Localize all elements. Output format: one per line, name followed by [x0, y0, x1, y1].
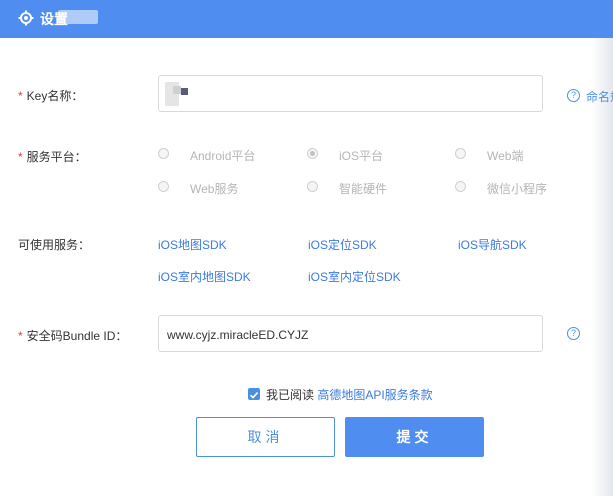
title-redaction	[58, 10, 98, 24]
key-name-label: * Key名称：	[18, 89, 84, 103]
bundle-id-label: * 安全码Bundle ID：	[18, 329, 128, 343]
terms-link[interactable]: 高德地图API服务条款	[317, 388, 432, 402]
bundle-id-value: www.cyjz.miracleED.CYJZ	[167, 328, 309, 342]
cancel-button[interactable]: 取消	[196, 417, 335, 457]
dialog-header: 设置	[0, 0, 613, 38]
service-ios-navigation-sdk[interactable]: iOS导航SDK	[458, 236, 527, 253]
gear-icon	[18, 10, 34, 26]
key-name-input[interactable]	[158, 75, 543, 112]
bundle-help-icon[interactable]: ?	[567, 327, 580, 340]
services-label: 可使用服务：	[18, 238, 91, 252]
agreement-checkbox[interactable]	[248, 388, 260, 400]
side-shadow	[591, 38, 613, 496]
service-ios-map-sdk[interactable]: iOS地图SDK	[158, 236, 227, 253]
bundle-id-input[interactable]: www.cyjz.miracleED.CYJZ	[158, 315, 543, 352]
help-icon[interactable]: ?	[567, 89, 580, 102]
service-ios-indoor-location-sdk[interactable]: iOS室内定位SDK	[308, 268, 401, 285]
platform-label: * 服务平台：	[18, 150, 87, 164]
naming-rules-link[interactable]: 命名规	[586, 88, 613, 105]
agreement-text: 我已阅读 高德地图API服务条款	[266, 388, 433, 402]
checkmark-icon	[249, 392, 259, 399]
submit-button[interactable]: 提交	[345, 417, 484, 457]
service-ios-location-sdk[interactable]: iOS定位SDK	[308, 236, 377, 253]
service-ios-indoor-map-sdk[interactable]: iOS室内地图SDK	[158, 268, 251, 285]
